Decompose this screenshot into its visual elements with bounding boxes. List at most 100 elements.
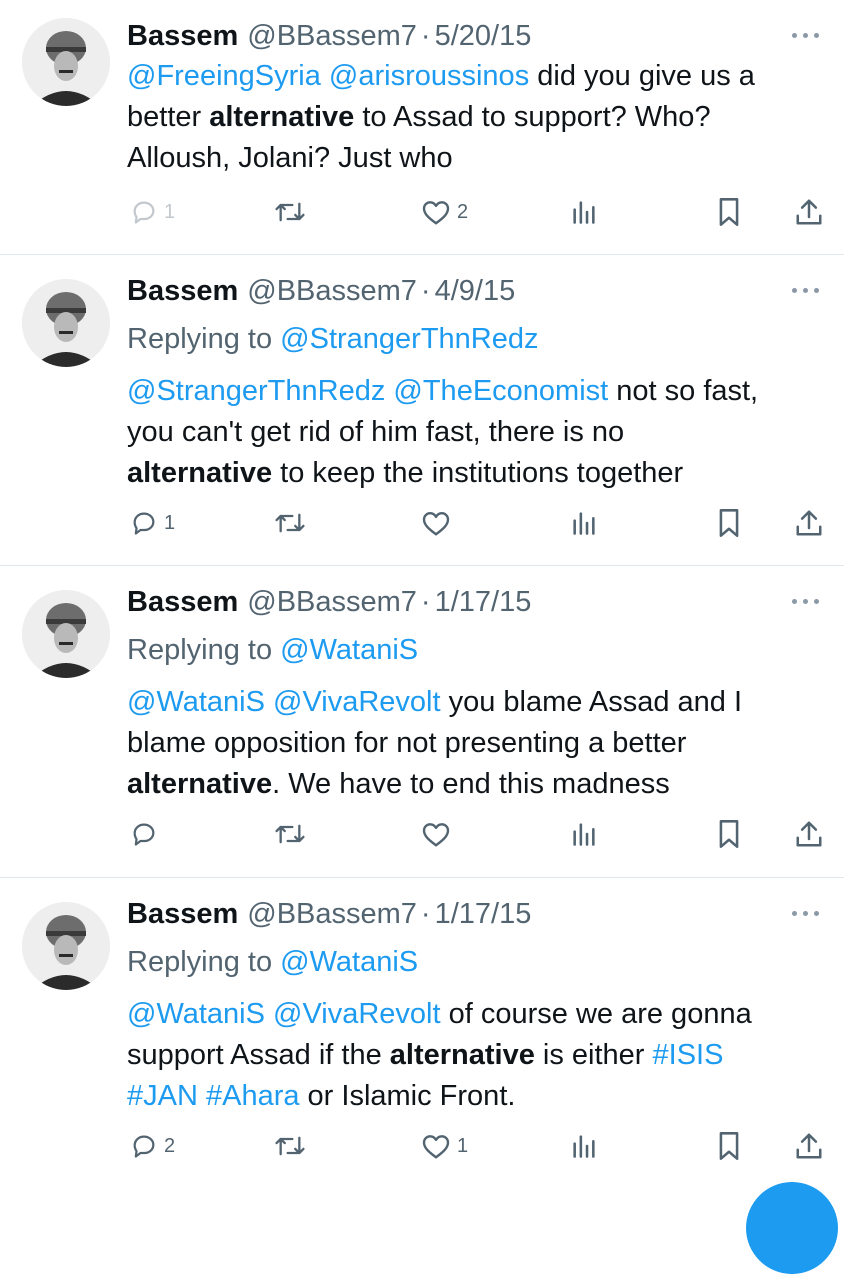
tweet-2[interactable]: Bassem @BBassem7 · 4/9/15 Replying to @S… [0,255,844,565]
mention-link[interactable]: @TheEconomist [393,375,608,407]
tweet-date[interactable]: 4/9/15 [435,275,516,308]
hashtag-link[interactable]: #ISIS [653,1039,724,1071]
views-button[interactable] [570,192,598,232]
bold-text: alternative [389,1039,535,1071]
avatar[interactable] [22,590,110,678]
like-button[interactable]: 1 [421,1126,468,1166]
mention-link[interactable]: @StrangerThnRedz [127,375,385,407]
user-handle[interactable]: @BBassem7 [247,275,417,308]
display-name[interactable]: Bassem [127,586,238,619]
hashtag-link[interactable]: #Ahara [206,1080,300,1112]
mention-link[interactable]: @VivaRevolt [273,998,441,1030]
tweet-4[interactable]: Bassem @BBassem7 · 1/17/15 Replying to @… [0,878,844,1200]
tweet-date[interactable]: 1/17/15 [435,586,532,619]
reply-button[interactable]: 1 [130,192,175,232]
bold-text: alternative [209,101,355,133]
like-count: 2 [457,200,469,223]
reply-count: 1 [164,511,176,534]
bookmark-button[interactable] [717,814,741,854]
bookmark-button[interactable] [717,1126,741,1166]
tweet-date[interactable]: 1/17/15 [435,898,532,931]
tweet-text-line: @StrangerThnRedz @TheEconomist not so fa… [127,371,827,412]
mention-link[interactable]: @VivaRevolt [273,686,441,718]
retweet-button[interactable] [273,503,313,543]
mention-link[interactable]: @WataniS [127,998,265,1030]
tweet-text-line: #JAN #Ahara or Islamic Front. [127,1076,827,1117]
retweet-button[interactable] [273,814,313,854]
replying-to-link[interactable]: @WataniS [280,634,418,666]
retweet-icon [275,824,305,844]
reply-button[interactable]: 1 [130,503,175,543]
replying-to-link[interactable]: @WataniS [280,946,418,978]
bookmark-icon [719,820,739,848]
mention-link[interactable]: @WataniS [127,686,265,718]
text-span: or Islamic Front. [299,1080,516,1112]
more-icon[interactable] [788,590,828,614]
compose-icon[interactable] [746,1182,838,1274]
text-span [265,998,273,1030]
display-name[interactable]: Bassem [127,898,238,931]
views-icon [573,1135,595,1158]
tweet-text-line: support Assad if the alternative is eith… [127,1035,827,1076]
action-bar: 1 2 [0,192,844,232]
bookmark-button[interactable] [717,503,741,543]
text-span: of course we are gonna [440,998,752,1030]
tweet-header: Bassem @BBassem7 · 1/17/15 [127,586,531,626]
share-button[interactable] [794,1126,824,1166]
bookmark-button[interactable] [717,192,741,232]
reply-icon [133,201,155,224]
views-button[interactable] [570,503,598,543]
user-handle[interactable]: @BBassem7 [247,898,417,931]
reply-count: 1 [164,200,176,223]
like-button[interactable] [421,503,457,543]
tweet-text-line: alternative to keep the institutions tog… [127,453,827,494]
tweet-3[interactable]: Bassem @BBassem7 · 1/17/15 Replying to @… [0,566,844,877]
retweet-button[interactable] [273,192,313,232]
text-span: you blame Assad and I [440,686,743,718]
like-button[interactable] [421,814,457,854]
reply-icon [133,823,155,846]
avatar[interactable] [22,902,110,990]
text-span [198,1080,206,1112]
bold-text: alternative [127,768,273,800]
share-button[interactable] [794,814,824,854]
replying-to-label: Replying to [127,323,281,355]
avatar[interactable] [22,279,110,367]
more-icon[interactable] [788,24,828,48]
replying-to-label: Replying to [127,634,281,666]
tweet-text-line: @FreeingSyria @arisroussinos did you giv… [127,56,827,97]
replying-to: Replying to @StrangerThnRedz [127,323,539,356]
display-name[interactable]: Bassem [127,275,238,308]
views-button[interactable] [570,1126,598,1166]
tweet-text-line: @WataniS @VivaRevolt you blame Assad and… [127,682,827,723]
tweet-header: Bassem @BBassem7 · 1/17/15 [127,898,531,938]
share-icon [796,199,822,225]
user-handle[interactable]: @BBassem7 [247,20,417,53]
more-icon[interactable] [788,902,828,926]
mention-link[interactable]: @arisroussinos [329,60,529,92]
more-icon[interactable] [788,279,828,303]
bookmark-icon [719,198,739,226]
reply-button[interactable] [130,814,164,854]
share-button[interactable] [794,503,824,543]
views-button[interactable] [570,814,598,854]
share-button[interactable] [794,192,824,232]
replying-to-link[interactable]: @StrangerThnRedz [280,323,538,355]
bookmark-icon [719,509,739,537]
like-button[interactable]: 2 [421,192,468,232]
reply-button[interactable]: 2 [130,1126,175,1166]
like-icon [422,512,450,536]
tweet-text-line: blame opposition for not presenting a be… [127,723,827,764]
avatar[interactable] [22,18,110,106]
tweet-date[interactable]: 5/20/15 [435,20,532,53]
user-handle[interactable]: @BBassem7 [247,586,417,619]
text-span: did you give us a [529,60,755,92]
retweet-icon [275,513,305,533]
display-name[interactable]: Bassem [127,20,238,53]
views-icon [573,512,595,535]
hashtag-link[interactable]: #JAN [127,1080,198,1112]
retweet-button[interactable] [273,1126,313,1166]
tweet-1[interactable]: Bassem @BBassem7 · 5/20/15 @FreeingSyria… [0,0,844,254]
mention-link[interactable]: @FreeingSyria [127,60,321,92]
separator: · [420,20,431,52]
